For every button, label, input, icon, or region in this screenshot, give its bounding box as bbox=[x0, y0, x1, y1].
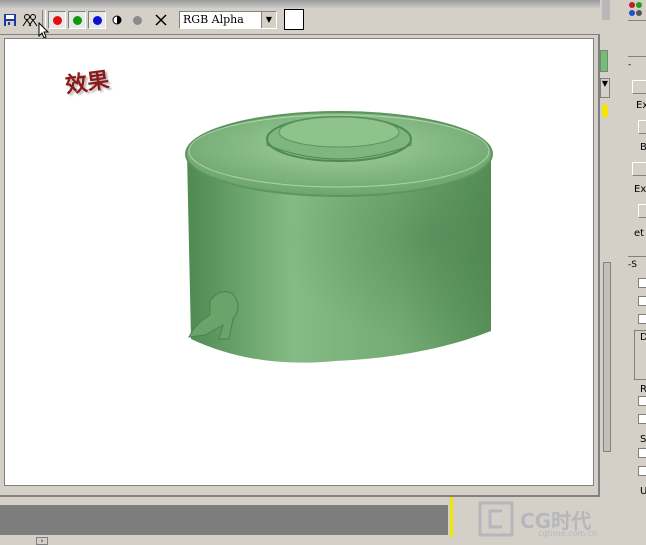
watermark-url: cgtime.com.cn bbox=[538, 529, 598, 538]
color-swatch[interactable] bbox=[284, 9, 304, 30]
alpha-channel-icon bbox=[112, 15, 122, 25]
panel-label-ex: Ex bbox=[636, 100, 646, 111]
clear-icon bbox=[155, 14, 167, 26]
watermark-logo-icon bbox=[478, 501, 514, 537]
group-box bbox=[634, 330, 646, 380]
checkbox-5[interactable] bbox=[638, 414, 646, 424]
blue-channel-icon bbox=[92, 15, 102, 25]
render-frame-window: RGB Alpha ▼ 效果 bbox=[0, 0, 600, 497]
rollout-header[interactable]: - bbox=[628, 56, 646, 70]
checkbox-4[interactable] bbox=[638, 396, 646, 406]
monochrome-button[interactable] bbox=[128, 11, 146, 29]
panel-label-et: et bbox=[634, 228, 645, 239]
timeline-track[interactable] bbox=[0, 505, 448, 535]
panel-highlight bbox=[602, 105, 608, 117]
rendered-object bbox=[185, 111, 493, 363]
checkbox-7[interactable] bbox=[638, 466, 646, 476]
monochrome-icon bbox=[132, 15, 142, 25]
active-marker bbox=[450, 497, 453, 537]
alpha-channel-button[interactable] bbox=[108, 11, 126, 29]
channel-select-value: RGB Alpha bbox=[183, 13, 244, 26]
panel-button-4[interactable] bbox=[638, 204, 646, 218]
checkbox-6[interactable] bbox=[638, 448, 646, 458]
panel-indicator bbox=[600, 50, 608, 72]
chevron-down-icon[interactable]: ▼ bbox=[261, 12, 276, 28]
clone-icon[interactable] bbox=[21, 11, 39, 29]
channel-select[interactable]: RGB Alpha ▼ bbox=[179, 11, 277, 29]
green-channel-icon bbox=[72, 15, 82, 25]
panel-button-2[interactable] bbox=[638, 120, 646, 134]
panel-label-b: B bbox=[640, 142, 646, 153]
panel-button-1[interactable] bbox=[632, 80, 646, 94]
clear-button[interactable] bbox=[152, 11, 170, 29]
checkbox-3[interactable] bbox=[638, 314, 646, 324]
green-channel-button[interactable] bbox=[68, 11, 86, 29]
rollout-header-2[interactable]: -S bbox=[628, 256, 646, 270]
save-icon[interactable] bbox=[1, 11, 19, 29]
render-viewport: 效果 bbox=[4, 38, 594, 486]
red-channel-button[interactable] bbox=[48, 11, 66, 29]
nav-arrow-icon[interactable]: › bbox=[36, 537, 48, 545]
panel-scrollbar[interactable] bbox=[603, 262, 611, 452]
color-balls-icon[interactable] bbox=[628, 0, 646, 20]
panel-dropdown-arrow[interactable]: ▼ bbox=[600, 78, 610, 98]
command-panel: ▼ - Ex B Ex et -S D R S U bbox=[600, 0, 646, 545]
panel-label-u: U bbox=[640, 486, 646, 497]
panel-label-ex2: Ex bbox=[634, 184, 646, 195]
status-area: › CG时代 cgtime.com.cn bbox=[0, 497, 646, 545]
watermark: CG时代 cgtime.com.cn bbox=[478, 497, 638, 541]
checkbox-1[interactable] bbox=[638, 278, 646, 288]
checkbox-2[interactable] bbox=[638, 296, 646, 306]
blue-channel-button[interactable] bbox=[88, 11, 106, 29]
panel-label-r: R bbox=[640, 384, 646, 395]
panel-button-3[interactable] bbox=[632, 162, 646, 176]
red-channel-icon bbox=[52, 15, 62, 25]
panel-scroll-edge[interactable] bbox=[602, 0, 610, 20]
render-toolbar: RGB Alpha ▼ bbox=[0, 8, 600, 35]
panel-label-s: S bbox=[640, 434, 646, 445]
title-bar[interactable] bbox=[0, 0, 600, 8]
